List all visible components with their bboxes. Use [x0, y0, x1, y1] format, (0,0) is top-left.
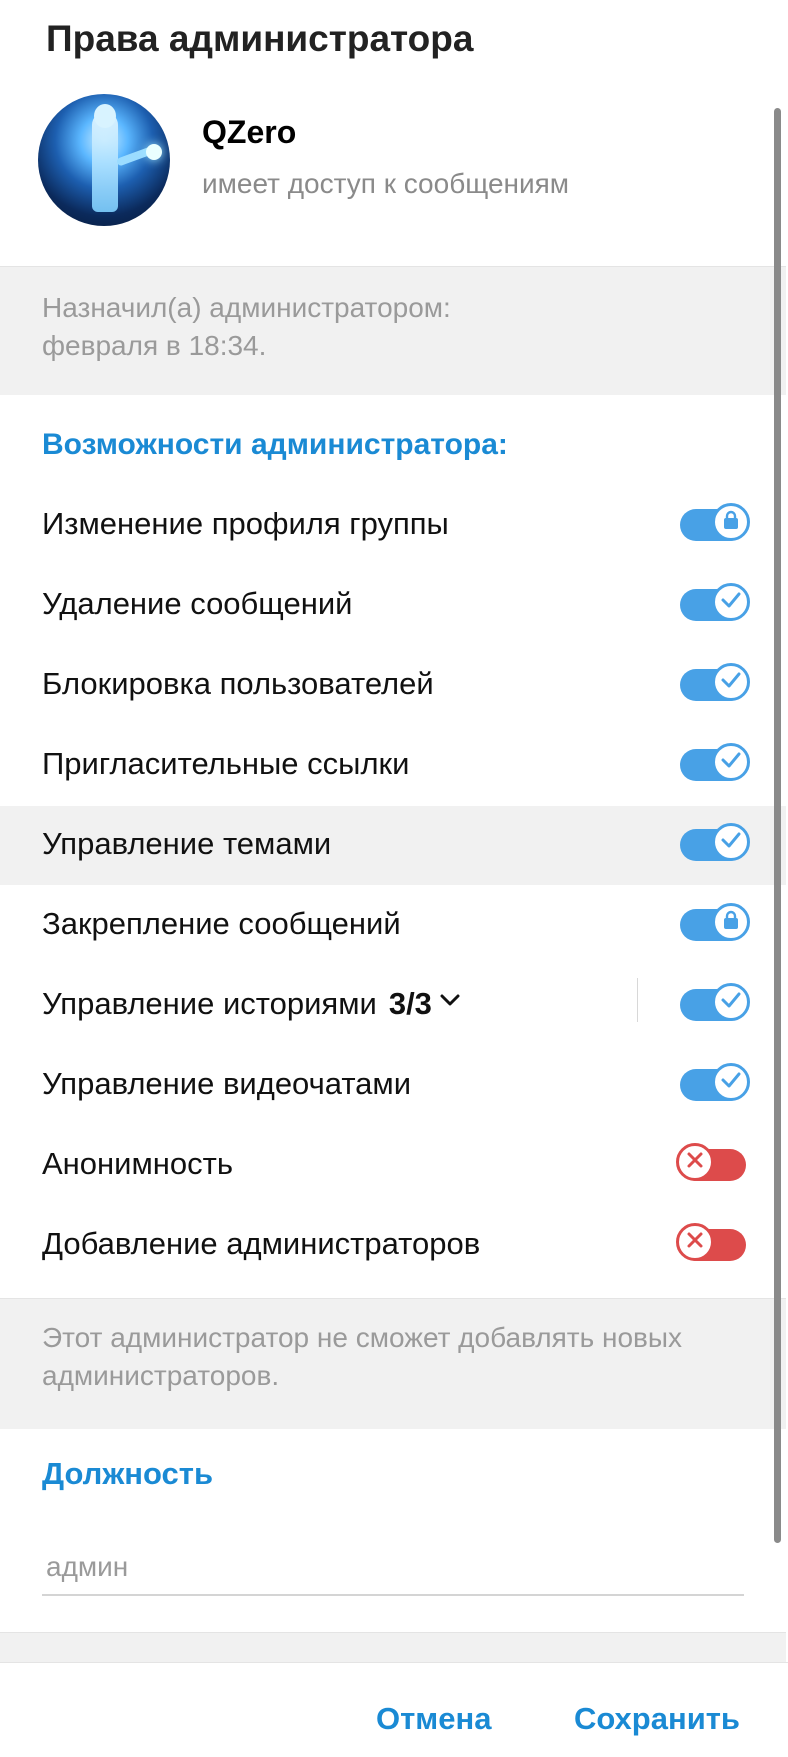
- cross-icon: [686, 1151, 704, 1174]
- section-divider: [0, 1632, 786, 1663]
- permission-row-change-info[interactable]: Изменение профиля группы: [0, 486, 770, 565]
- chevron-down-icon[interactable]: [440, 994, 460, 1012]
- user-status: имеет доступ к сообщениям: [202, 168, 570, 199]
- check-icon: [720, 991, 742, 1014]
- permission-toggle[interactable]: [680, 823, 750, 861]
- avatar[interactable]: [38, 94, 170, 226]
- permission-row-ban-users[interactable]: Блокировка пользователей: [0, 646, 770, 725]
- scrollbar[interactable]: [774, 108, 781, 1543]
- permission-label: Анонимность: [42, 1146, 233, 1181]
- permission-label: Добавление администраторов: [42, 1226, 481, 1261]
- divider: [637, 978, 638, 1022]
- permission-label: Управление видеочатами: [42, 1066, 412, 1101]
- permission-label-text: Управление историями: [42, 986, 377, 1021]
- user-name: QZero: [202, 114, 297, 150]
- assigned-line-2: февраля в 18:34.: [42, 330, 267, 361]
- note-line-2: администраторов.: [42, 1360, 280, 1391]
- permission-label: Изменение профиля группы: [42, 506, 449, 541]
- check-icon: [720, 591, 742, 614]
- permission-row-manage-stories[interactable]: Управление историями 3/3: [0, 966, 770, 1045]
- rank-label: Должность: [42, 1456, 214, 1491]
- permission-label: Управление темами: [42, 826, 332, 861]
- cancel-button[interactable]: Отмена: [376, 1701, 491, 1737]
- assigned-line-1: Назначил(а) администратором:: [42, 292, 451, 323]
- permission-row-invite-links[interactable]: Пригласительные ссылки: [0, 726, 770, 805]
- permission-toggle[interactable]: [680, 583, 750, 621]
- permission-label: Блокировка пользователей: [42, 666, 434, 701]
- check-icon: [720, 1071, 742, 1094]
- permission-toggle[interactable]: [680, 503, 750, 541]
- save-button[interactable]: Сохранить: [574, 1701, 740, 1737]
- permission-label: Управление историями 3/3: [42, 986, 432, 1022]
- permission-label: Закрепление сообщений: [42, 906, 401, 941]
- check-icon: [720, 831, 742, 854]
- note-line-1: Этот администратор не сможет добавлять н…: [42, 1322, 683, 1353]
- permission-toggle[interactable]: [680, 663, 750, 701]
- rank-input[interactable]: [42, 1540, 744, 1596]
- permission-row-delete-messages[interactable]: Удаление сообщений: [0, 566, 770, 645]
- check-icon: [720, 671, 742, 694]
- check-icon: [720, 751, 742, 774]
- permission-row-manage-topics[interactable]: Управление темами: [0, 806, 786, 885]
- permission-toggle[interactable]: [680, 1063, 750, 1101]
- permission-row-anonymous[interactable]: Анонимность: [0, 1126, 770, 1205]
- permission-row-pin-messages[interactable]: Закрепление сообщений: [0, 886, 770, 965]
- permissions-heading: Возможности администратора:: [42, 428, 508, 461]
- lock-icon: [722, 910, 740, 935]
- permission-label: Удаление сообщений: [42, 586, 353, 621]
- permission-row-add-admins[interactable]: Добавление администраторов: [0, 1206, 770, 1285]
- permission-row-manage-video-chats[interactable]: Управление видеочатами: [0, 1046, 770, 1125]
- permission-toggle[interactable]: [680, 903, 750, 941]
- page-title: Права администратора: [46, 18, 474, 59]
- assigned-info-box: Назначил(а) администратором: февраля в 1…: [0, 266, 786, 395]
- cross-icon: [686, 1231, 704, 1254]
- stories-count: 3/3: [388, 986, 432, 1021]
- permission-toggle[interactable]: [680, 983, 750, 1021]
- permission-toggle[interactable]: [676, 1223, 746, 1261]
- dialog-footer: Отмена Сохранить: [0, 1662, 788, 1757]
- permission-toggle[interactable]: [676, 1143, 746, 1181]
- permission-label: Пригласительные ссылки: [42, 746, 410, 781]
- lock-icon: [722, 510, 740, 535]
- permission-toggle[interactable]: [680, 743, 750, 781]
- note-box: Этот администратор не сможет добавлять н…: [0, 1298, 786, 1429]
